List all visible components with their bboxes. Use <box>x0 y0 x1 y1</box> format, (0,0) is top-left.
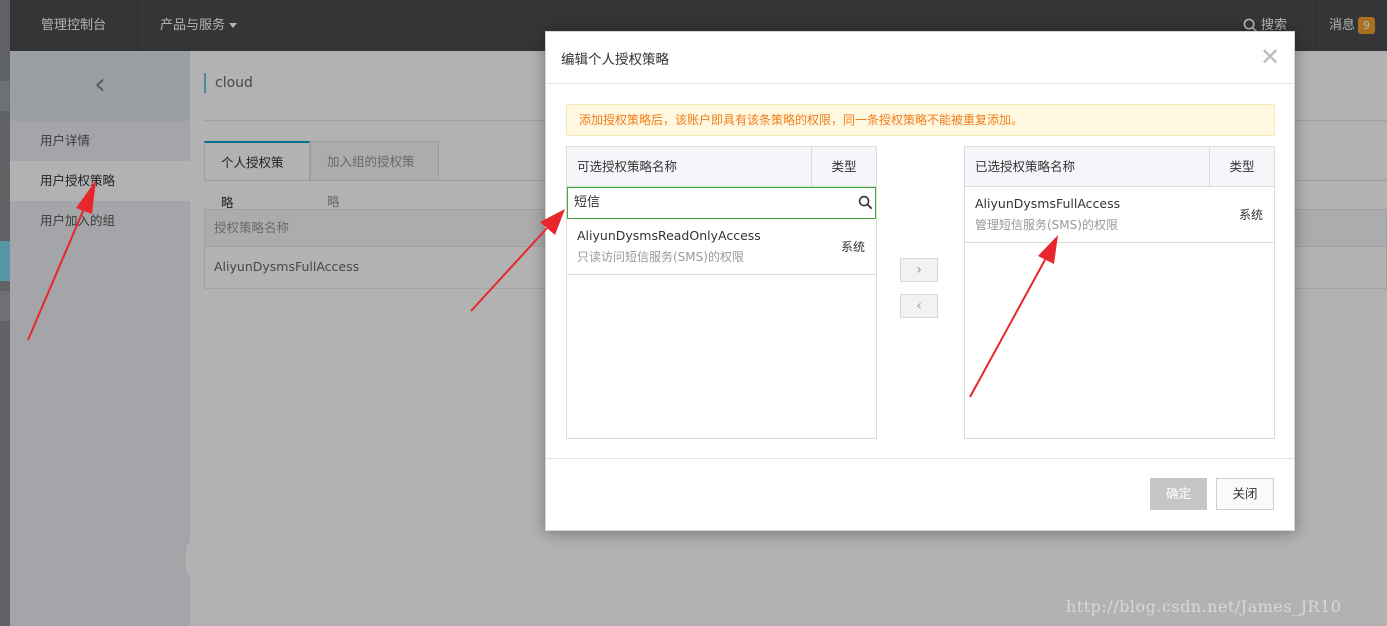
annotation-arrow <box>969 235 1058 398</box>
annotation-arrow <box>470 209 565 312</box>
annotation-arrows <box>27 180 1058 398</box>
annotation-arrow <box>27 180 96 341</box>
watermark: http://blog.csdn.net/James_JR10 <box>1066 597 1342 616</box>
